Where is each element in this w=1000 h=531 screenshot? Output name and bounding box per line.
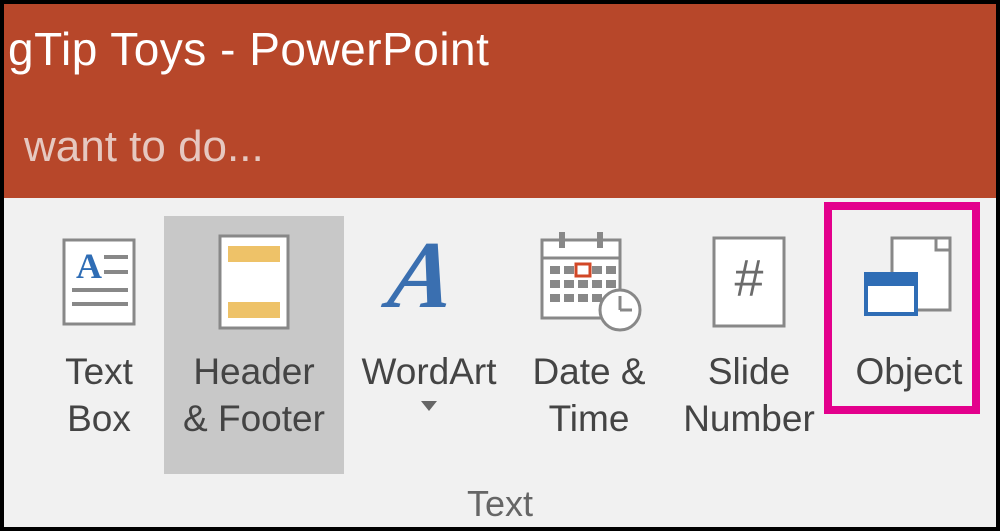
header-footer-icon bbox=[212, 224, 296, 340]
text-box-label: Text Box bbox=[65, 348, 133, 443]
svg-text:A: A bbox=[76, 246, 102, 286]
title-bar: gTip Toys - PowerPoint bbox=[4, 4, 996, 94]
app-window: gTip Toys - PowerPoint want to do... A bbox=[0, 0, 1000, 531]
slide-number-label: Slide Number bbox=[683, 348, 815, 443]
slide-number-icon: # bbox=[704, 224, 794, 340]
object-icon bbox=[856, 224, 962, 340]
wordart-label: WordArt bbox=[361, 348, 496, 418]
date-time-button[interactable]: Date & Time bbox=[514, 216, 664, 474]
date-time-label: Date & Time bbox=[532, 348, 645, 443]
object-label: Object bbox=[856, 348, 963, 395]
wordart-icon: A bbox=[369, 224, 489, 340]
date-time-icon bbox=[534, 224, 644, 340]
ribbon: A Text Box bbox=[4, 198, 996, 531]
svg-text:#: # bbox=[735, 250, 764, 308]
text-box-button[interactable]: A Text Box bbox=[34, 216, 164, 474]
header-footer-button[interactable]: Header & Footer bbox=[164, 216, 344, 474]
tell-me-box[interactable]: want to do... bbox=[4, 94, 996, 198]
ribbon-group-text: A Text Box bbox=[4, 216, 996, 476]
wordart-dropdown-icon[interactable] bbox=[361, 397, 496, 417]
slide-number-button[interactable]: # Slide Number bbox=[664, 216, 834, 474]
wordart-button[interactable]: A WordArt bbox=[344, 216, 514, 474]
ribbon-group-label: Text bbox=[4, 483, 996, 525]
tell-me-placeholder: want to do... bbox=[24, 122, 264, 172]
header-footer-label: Header & Footer bbox=[183, 348, 325, 443]
svg-text:A: A bbox=[378, 227, 462, 328]
textbox-icon: A bbox=[54, 224, 144, 340]
object-button[interactable]: Object bbox=[834, 216, 984, 474]
window-title: gTip Toys - PowerPoint bbox=[8, 22, 489, 76]
